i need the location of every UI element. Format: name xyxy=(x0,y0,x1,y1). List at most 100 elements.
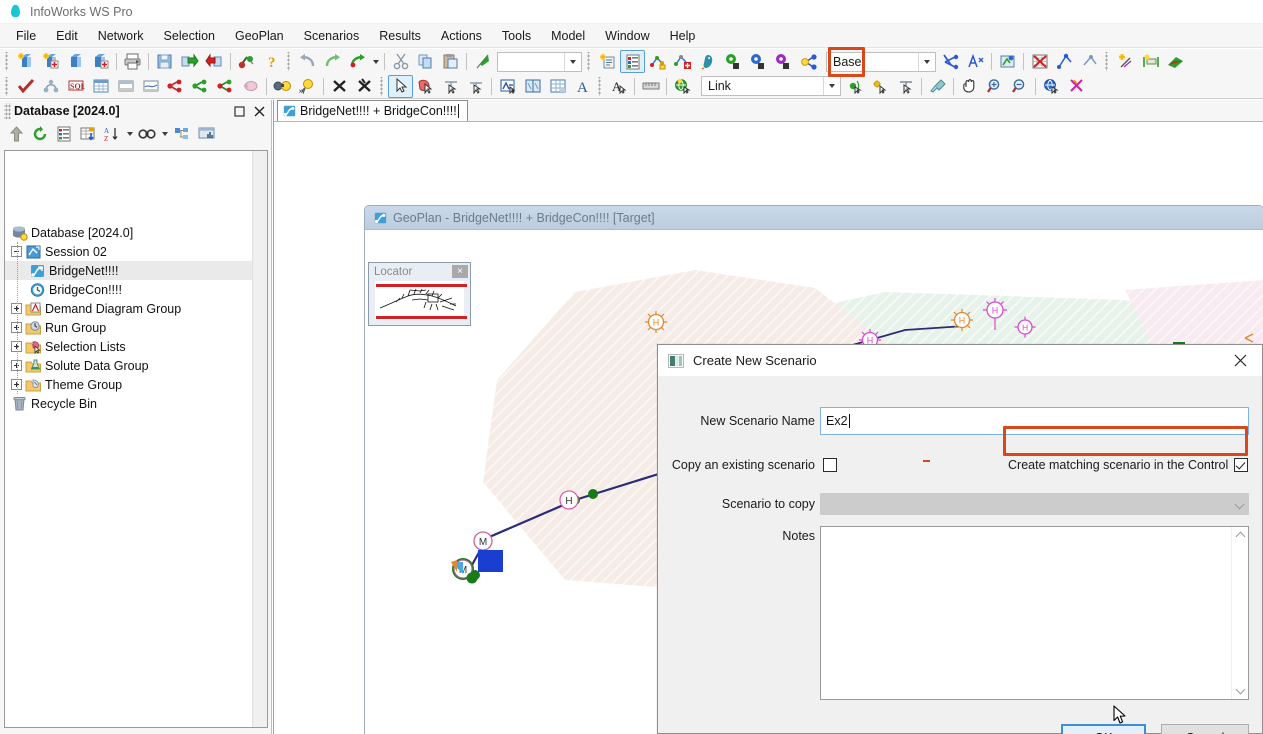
zoom-in-icon[interactable] xyxy=(982,75,1007,98)
new-scenario-icon[interactable] xyxy=(795,50,820,73)
globe-select-icon[interactable] xyxy=(670,75,695,98)
dock-grip[interactable] xyxy=(4,103,11,119)
validate-check-icon[interactable] xyxy=(13,75,38,98)
paste-icon[interactable] xyxy=(438,50,463,73)
long-section-icon[interactable] xyxy=(138,75,163,98)
annotate-a-icon[interactable]: A xyxy=(570,75,595,98)
notes-textarea[interactable] xyxy=(820,526,1249,700)
theme-icon[interactable] xyxy=(645,50,670,73)
menu-results[interactable]: Results xyxy=(369,26,431,46)
open-network-add-icon[interactable] xyxy=(88,50,113,73)
zoom-out-icon[interactable] xyxy=(1007,75,1032,98)
grid-blue-icon[interactable] xyxy=(88,75,113,98)
copy-icon[interactable] xyxy=(413,50,438,73)
results-icon[interactable] xyxy=(1163,50,1188,73)
trace-red2-icon[interactable] xyxy=(213,75,238,98)
tree-item-solute-data-group[interactable]: Solute Data Group xyxy=(5,356,252,375)
scroll-down-icon[interactable] xyxy=(1235,685,1246,696)
save-icon[interactable] xyxy=(152,50,177,73)
help-icon[interactable]: ? xyxy=(259,50,284,73)
notes-scrollbar[interactable] xyxy=(1231,527,1248,699)
sql-icon[interactable]: SQL xyxy=(63,75,88,98)
menu-window[interactable]: Window xyxy=(595,26,659,46)
new-commit-icon[interactable] xyxy=(595,50,620,73)
chevron-down-icon[interactable] xyxy=(1235,494,1244,514)
mdi-tab-bridgenet[interactable]: BridgeNet!!!! + BridgeCon!!!! xyxy=(277,100,468,121)
tree-item-bridgenet[interactable]: BridgeNet!!!! xyxy=(5,261,252,280)
scissors-icon[interactable] xyxy=(1064,75,1089,98)
trace-pink-icon[interactable] xyxy=(238,75,263,98)
select-sparkle-icon[interactable] xyxy=(868,75,893,98)
open-network-icon[interactable] xyxy=(63,50,88,73)
grid-grey-icon[interactable] xyxy=(113,75,138,98)
select-line-icon[interactable] xyxy=(438,75,463,98)
trace-green-icon[interactable] xyxy=(188,75,213,98)
find-icon[interactable] xyxy=(135,124,159,145)
grid-view-icon[interactable] xyxy=(620,50,645,73)
redo-icon[interactable] xyxy=(320,50,345,73)
trace-red-icon[interactable] xyxy=(163,75,188,98)
settings-magenta-icon[interactable] xyxy=(770,50,795,73)
import-icon[interactable] xyxy=(202,50,227,73)
scenario-delete-icon[interactable] xyxy=(1027,50,1052,73)
scenario-run-icon[interactable] xyxy=(1052,50,1077,73)
select-line2-icon[interactable] xyxy=(463,75,488,98)
settings-green-icon[interactable] xyxy=(720,50,745,73)
toolbar-grip[interactable] xyxy=(597,76,604,96)
tree-item-run-group[interactable]: Run Group xyxy=(5,318,252,337)
delete-xx-icon[interactable] xyxy=(352,75,377,98)
report-icon[interactable] xyxy=(194,124,218,145)
print-icon[interactable] xyxy=(120,50,145,73)
properties-icon[interactable] xyxy=(52,124,76,145)
redo-multi-icon[interactable] xyxy=(345,50,370,73)
menu-file[interactable]: File xyxy=(6,26,46,46)
menu-geoplan[interactable]: GeoPlan xyxy=(225,26,294,46)
scroll-up-icon[interactable] xyxy=(1235,530,1246,541)
find-xy-icon[interactable]: xy xyxy=(295,75,320,98)
scenario-to-copy-combo[interactable] xyxy=(820,493,1249,515)
tree-item-selection-lists[interactable]: Selection Lists xyxy=(5,337,252,356)
menu-scenarios[interactable]: Scenarios xyxy=(294,26,370,46)
toolbar-grip[interactable] xyxy=(586,52,593,71)
locator-close-button[interactable]: × xyxy=(452,265,468,278)
window-icon[interactable] xyxy=(520,75,545,98)
toolbar-grip[interactable] xyxy=(286,52,293,71)
menu-tools[interactable]: Tools xyxy=(492,26,541,46)
scenario-paint-icon[interactable] xyxy=(995,50,1020,73)
dock-maximize-button[interactable] xyxy=(231,103,248,120)
cut-icon[interactable] xyxy=(388,50,413,73)
ok-button[interactable]: OK xyxy=(1061,724,1146,734)
scenario-compare-icon[interactable] xyxy=(963,50,988,73)
geoplan-title-bar[interactable]: GeoPlan - BridgeNet!!!! + BridgeCon!!!! … xyxy=(365,206,1263,230)
find-dropdown-icon[interactable] xyxy=(159,124,170,145)
scenario-selector[interactable]: Base xyxy=(826,51,936,72)
toolbar-grip[interactable] xyxy=(4,52,11,71)
grid-icon[interactable] xyxy=(545,75,570,98)
theme-add-icon[interactable] xyxy=(670,50,695,73)
refresh-icon[interactable] xyxy=(28,124,52,145)
menu-edit[interactable]: Edit xyxy=(46,26,88,46)
locator-map[interactable] xyxy=(375,281,467,320)
snapshot-icon[interactable] xyxy=(495,75,520,98)
flag-icon[interactable] xyxy=(470,50,495,73)
menu-model[interactable]: Model xyxy=(541,26,595,46)
toolbar-grip[interactable] xyxy=(1104,52,1111,71)
dialog-title-bar[interactable]: Create New Scenario xyxy=(658,345,1262,376)
tree-item-bridgecon[interactable]: BridgeCon!!!! xyxy=(5,280,252,299)
toolbar-grip[interactable] xyxy=(379,76,386,96)
new-network-add-icon[interactable] xyxy=(38,50,63,73)
tree-item-session[interactable]: Session 02 xyxy=(5,242,252,261)
export-icon[interactable] xyxy=(177,50,202,73)
sort-dropdown-icon[interactable] xyxy=(124,124,135,145)
copy-existing-scenario-checkbox[interactable] xyxy=(823,458,837,472)
new-network-icon[interactable] xyxy=(13,50,38,73)
annotate-arrow-icon[interactable]: A xyxy=(606,75,631,98)
scenario-name-input[interactable]: Ex2 xyxy=(820,407,1249,435)
ruler-icon[interactable] xyxy=(638,75,663,98)
tree-item-database[interactable]: Database [2024.0] xyxy=(5,223,252,242)
tree-item-theme-group[interactable]: Theme Group xyxy=(5,375,252,394)
settings-blue-icon[interactable] xyxy=(745,50,770,73)
find-icon[interactable] xyxy=(270,75,295,98)
object-type-selector[interactable]: Link xyxy=(701,76,841,96)
up-level-icon[interactable] xyxy=(4,124,28,145)
